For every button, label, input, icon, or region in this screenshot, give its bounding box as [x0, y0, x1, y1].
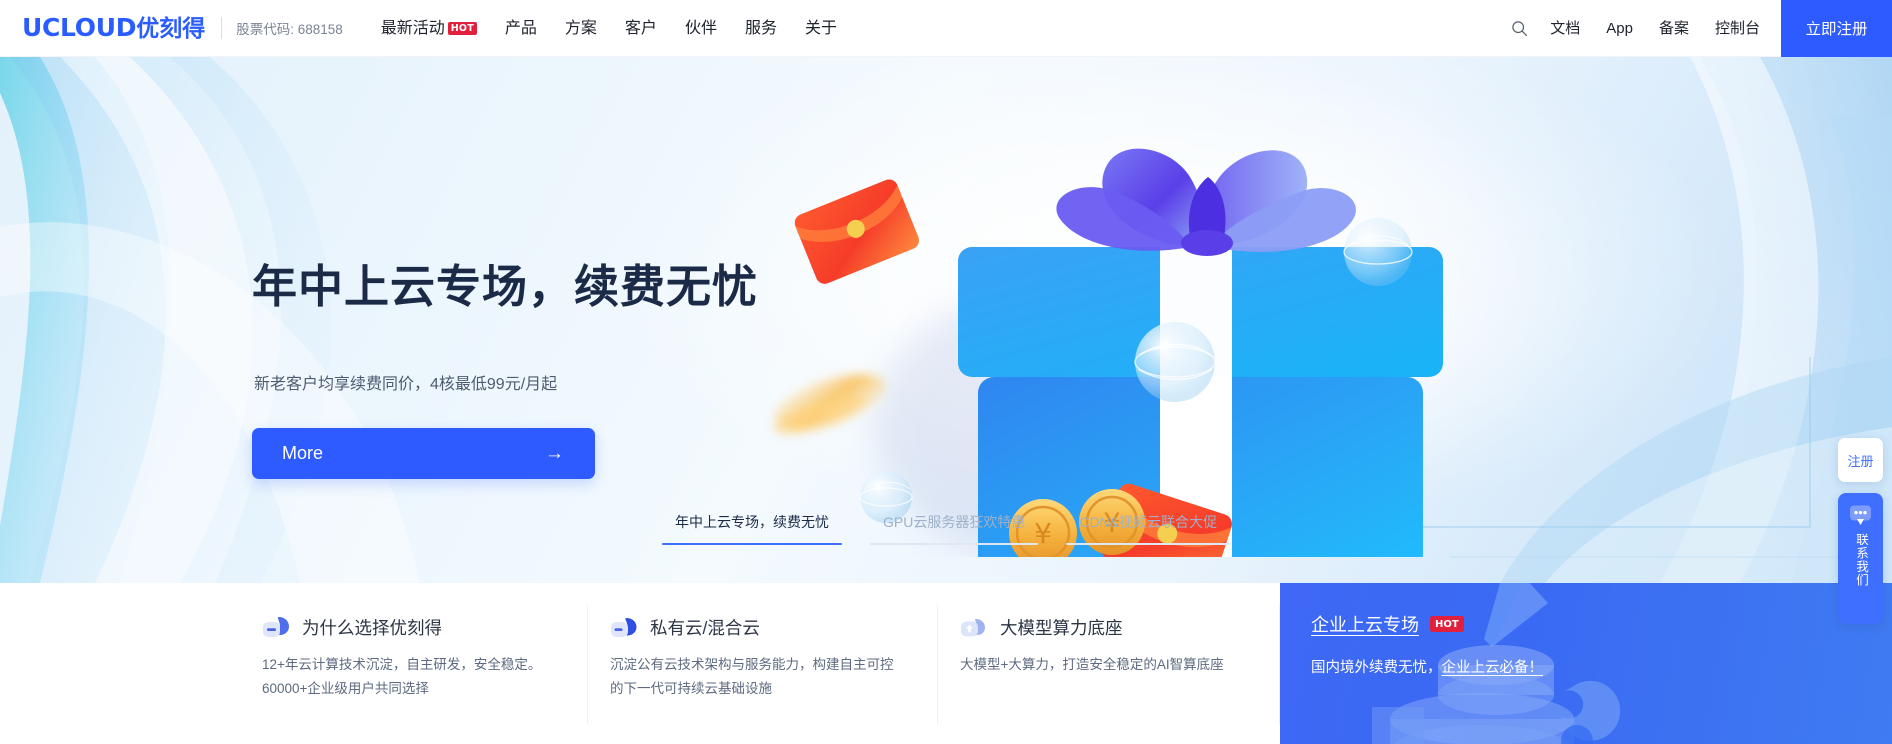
nav-item-icp[interactable]: 备案: [1646, 0, 1702, 57]
nav-item-products[interactable]: 产品: [491, 0, 551, 57]
carousel-tabs: 年中上云专场，续费无忧 GPU云服务器狂欢特惠 CDN&视频云联合大促: [0, 512, 1892, 545]
promo-title: 企业上云专场: [1311, 615, 1419, 635]
logo-text-cn: 优刻得: [136, 16, 206, 42]
card-header: 私有云/混合云: [610, 615, 938, 640]
nav-item-services[interactable]: 服务: [731, 0, 791, 57]
cloud-private-icon: [611, 618, 637, 637]
hot-badge: HOT: [447, 21, 477, 35]
hot-badge: HOT: [1430, 616, 1464, 632]
secondary-nav: 文档 App 备案 控制台 立即注册: [1501, 0, 1892, 57]
feature-card-why-ucloud[interactable]: 为什么选择优刻得 12+年云计算技术沉淀，自主研发，安全稳定。60000+企业级…: [0, 583, 588, 744]
card-title: 为什么选择优刻得: [302, 618, 442, 638]
logo-text-en: UCLOUD: [22, 13, 137, 42]
carousel-tab-0[interactable]: 年中上云专场，续费无忧: [648, 512, 856, 545]
nav-item-solutions[interactable]: 方案: [551, 0, 611, 57]
nav-item-customers[interactable]: 客户: [611, 0, 671, 57]
logo[interactable]: UCLOUD优刻得: [0, 15, 205, 41]
floating-side-rail: 注册 联系我们: [1838, 438, 1883, 624]
promo-card-enterprise-cloud[interactable]: 企业上云专场 HOT 国内境外续费无忧，企业上云必备！: [1280, 583, 1892, 744]
nav-item-partners[interactable]: 伙伴: [671, 0, 731, 57]
nav-item-docs[interactable]: 文档: [1537, 0, 1593, 57]
nav-item-activities[interactable]: 最新活动 HOT: [367, 0, 491, 57]
side-register-button[interactable]: 注册: [1838, 438, 1883, 482]
promo-header: 企业上云专场 HOT: [1311, 611, 1892, 637]
nav-label: 最新活动: [380, 19, 445, 37]
feature-card-ai-compute[interactable]: 大模型算力底座 大模型+大算力，打造安全稳定的AI智算底座: [938, 583, 1280, 744]
cloud-upload-icon: [961, 619, 985, 637]
cloud-minus-icon: [263, 617, 289, 637]
hero-title: 年中上云专场，续费无忧: [252, 260, 759, 313]
feature-card-private-cloud[interactable]: 私有云/混合云 沉淀公有云技术架构与服务能力，构建自主可控的下一代可持续云基础设…: [588, 583, 938, 744]
chat-bubble-icon: [1850, 505, 1871, 525]
nav-item-about[interactable]: 关于: [791, 0, 851, 57]
card-description: 沉淀公有云技术架构与服务能力，构建自主可控的下一代可持续云基础设施: [610, 657, 894, 696]
side-contact-button[interactable]: 联系我们: [1838, 493, 1883, 624]
card-description: 大模型+大算力，打造安全稳定的AI智算底座: [960, 657, 1224, 672]
card-description: 12+年云计算技术沉淀，自主研发，安全稳定。60000+企业级用户共同选择: [262, 657, 542, 696]
card-header: 大模型算力底座: [960, 615, 1280, 640]
nav-item-console[interactable]: 控制台: [1702, 0, 1773, 57]
carousel-tab-indicator: [869, 543, 1039, 545]
logo-divider: [221, 17, 223, 39]
carousel-tab-label: CDN&视频云联合大促: [1079, 514, 1217, 530]
feature-cards-row: 为什么选择优刻得 12+年云计算技术沉淀，自主研发，安全稳定。60000+企业级…: [0, 583, 1892, 744]
primary-nav: 最新活动 HOT 产品 方案 客户 伙伴 服务 关于: [367, 0, 851, 57]
promo-subtitle-plain: 国内境外续费无忧，: [1311, 660, 1442, 676]
search-icon[interactable]: [1501, 0, 1537, 57]
arrow-right-icon: →: [545, 443, 564, 464]
hero-subtitle: 新老客户均享续费同价，4核最低99元/月起: [254, 376, 558, 393]
carousel-tab-2[interactable]: CDN&视频云联合大促: [1052, 512, 1244, 545]
more-button[interactable]: More →: [252, 428, 595, 479]
stock-code: 股票代码: 688158: [236, 22, 343, 37]
card-header: 为什么选择优刻得: [262, 615, 588, 640]
carousel-tab-1[interactable]: GPU云服务器狂欢特惠: [856, 512, 1052, 545]
more-button-label: More: [282, 443, 324, 463]
hero-banner: ¥ ¥ 年中上云专场，续费无忧 新老客户均享续费同价，4核最低99元/月起 Mo…: [0, 57, 1892, 583]
promo-subtitle: 国内境外续费无忧，企业上云必备！: [1311, 656, 1892, 677]
side-contact-label: 联系我们: [1854, 533, 1868, 587]
logo-text: UCLOUD优刻得: [22, 15, 205, 41]
card-title: 私有云/混合云: [650, 618, 760, 638]
signup-button[interactable]: 立即注册: [1781, 0, 1892, 57]
carousel-tab-label: 年中上云专场，续费无忧: [674, 514, 829, 530]
promo-subtitle-link[interactable]: 企业上云必备！: [1442, 660, 1544, 676]
nav-item-app[interactable]: App: [1593, 0, 1646, 57]
carousel-tab-label: GPU云服务器狂欢特惠: [882, 514, 1026, 530]
carousel-tab-indicator: [1066, 543, 1230, 545]
gift-box-illustration: ¥ ¥: [774, 148, 1443, 557]
card-title: 大模型算力底座: [1000, 618, 1123, 638]
carousel-tab-indicator: [661, 542, 842, 545]
site-header: UCLOUD优刻得 股票代码: 688158 最新活动 HOT 产品 方案 客户 …: [0, 0, 1892, 57]
